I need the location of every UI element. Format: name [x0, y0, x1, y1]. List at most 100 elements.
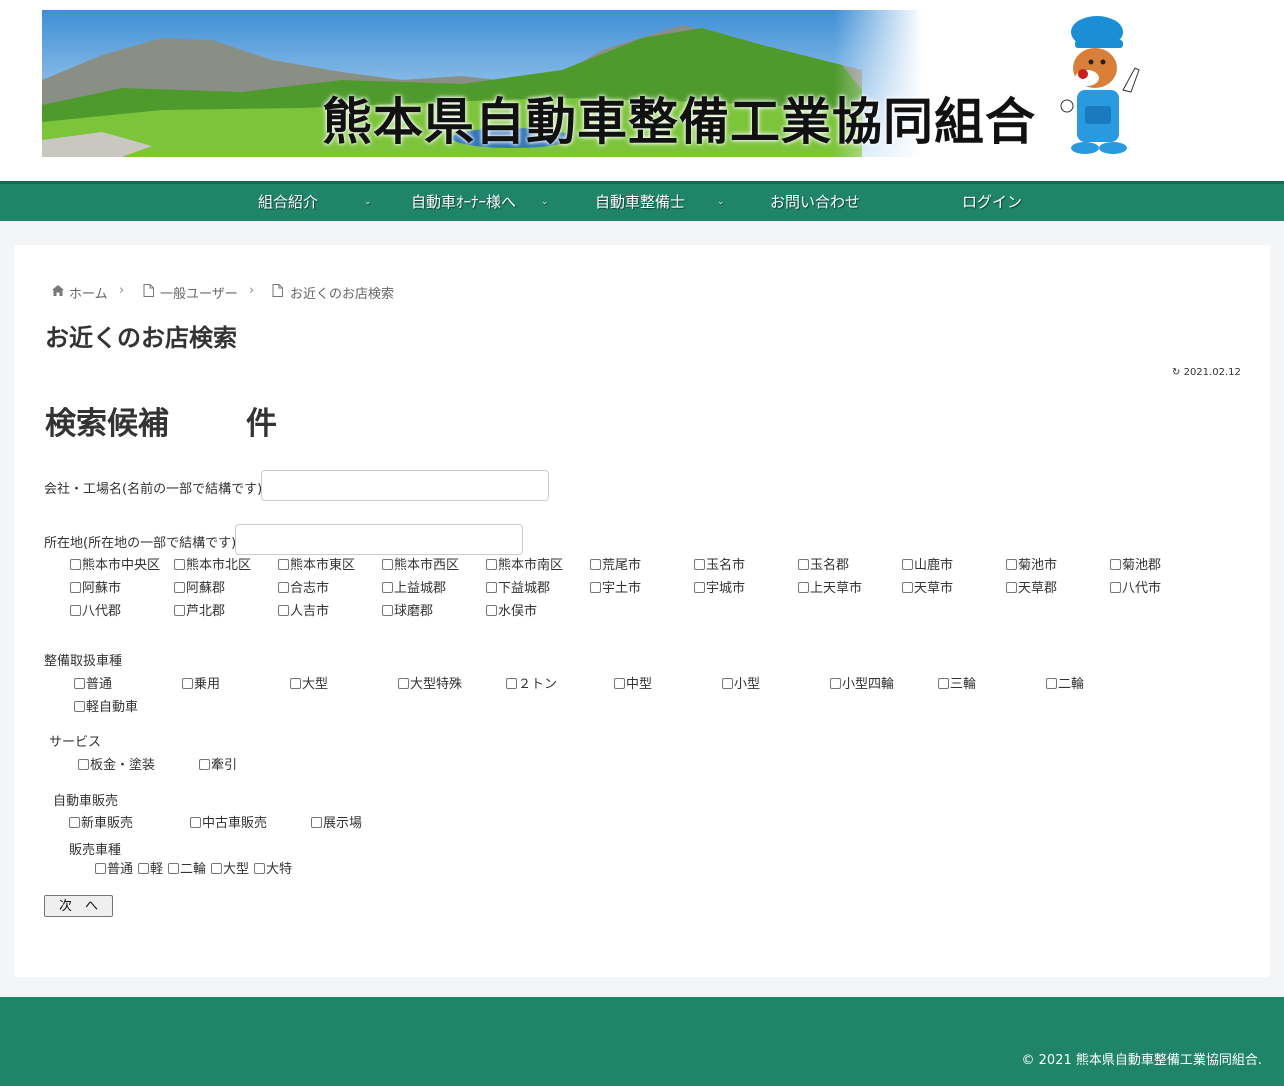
checkbox[interactable]	[138, 863, 149, 874]
vehicle-checkbox[interactable]: ２トン	[506, 677, 557, 693]
checkbox[interactable]	[311, 817, 322, 828]
vehicle-checkbox[interactable]: 小型四輪	[830, 677, 894, 693]
checkbox[interactable]	[938, 678, 949, 689]
checkbox[interactable]	[254, 863, 265, 874]
sales-checkbox[interactable]: 展示場	[311, 816, 362, 832]
checkbox[interactable]	[70, 582, 81, 593]
area-checkbox[interactable]: 八代郡	[70, 604, 121, 620]
area-checkbox[interactable]: 熊本市東区	[278, 558, 355, 574]
breadcrumb-home-link[interactable]: ホーム	[69, 283, 108, 302]
checkbox[interactable]	[506, 678, 517, 689]
area-checkbox[interactable]: 水俣市	[486, 604, 537, 620]
area-checkbox[interactable]: 球磨郡	[382, 604, 433, 620]
next-button[interactable]: 次 へ	[44, 895, 113, 917]
area-checkbox[interactable]: 宇土市	[590, 581, 641, 597]
checkbox[interactable]	[199, 759, 210, 770]
vehicle-checkbox[interactable]: 普通	[74, 677, 112, 693]
banner-image[interactable]: 熊本県自動車整備工業協同組合	[42, 10, 1142, 157]
area-checkbox[interactable]: 阿蘇郡	[174, 581, 225, 597]
vehicle-checkbox[interactable]: 乗用	[182, 677, 220, 693]
checkbox[interactable]	[614, 678, 625, 689]
checkbox[interactable]	[278, 582, 289, 593]
sales-type-checkbox[interactable]: 二輪	[168, 862, 206, 878]
checkbox[interactable]	[290, 678, 301, 689]
vehicle-checkbox[interactable]: 大型特殊	[398, 677, 462, 693]
vehicle-checkbox[interactable]: 軽自動車	[74, 700, 138, 716]
checkbox[interactable]	[69, 817, 80, 828]
checkbox[interactable]	[1110, 582, 1121, 593]
checkbox[interactable]	[1006, 582, 1017, 593]
sales-type-checkbox[interactable]: 普通	[95, 862, 133, 878]
vehicle-checkbox[interactable]: 中型	[614, 677, 652, 693]
area-checkbox[interactable]: 八代市	[1110, 581, 1161, 597]
checkbox[interactable]	[190, 817, 201, 828]
checkbox[interactable]	[382, 559, 393, 570]
area-checkbox[interactable]: 玉名市	[694, 558, 745, 574]
checkbox[interactable]	[278, 605, 289, 616]
area-checkbox[interactable]: 合志市	[278, 581, 329, 597]
checkbox[interactable]	[902, 582, 913, 593]
checkbox[interactable]	[95, 863, 106, 874]
vehicle-checkbox[interactable]: 小型	[722, 677, 760, 693]
area-checkbox[interactable]: 熊本市北区	[174, 558, 251, 574]
area-checkbox[interactable]: 下益城郡	[486, 581, 550, 597]
sales-type-checkbox[interactable]: 大型	[211, 862, 249, 878]
area-checkbox[interactable]: 荒尾市	[590, 558, 641, 574]
checkbox[interactable]	[174, 605, 185, 616]
sales-type-checkbox[interactable]: 軽	[138, 862, 163, 878]
checkbox[interactable]	[902, 559, 913, 570]
checkbox[interactable]	[398, 678, 409, 689]
checkbox[interactable]	[74, 701, 85, 712]
area-checkbox[interactable]: 上益城郡	[382, 581, 446, 597]
vehicle-checkbox[interactable]: 三輪	[938, 677, 976, 693]
service-checkbox[interactable]: 牽引	[199, 758, 237, 774]
location-input[interactable]	[235, 524, 523, 555]
sales-type-checkbox[interactable]: 大特	[254, 862, 292, 878]
area-checkbox[interactable]: 芦北郡	[174, 604, 225, 620]
checkbox[interactable]	[486, 582, 497, 593]
checkbox[interactable]	[168, 863, 179, 874]
checkbox[interactable]	[70, 559, 81, 570]
checkbox[interactable]	[182, 678, 193, 689]
checkbox[interactable]	[174, 582, 185, 593]
checkbox[interactable]	[486, 559, 497, 570]
checkbox[interactable]	[278, 559, 289, 570]
checkbox[interactable]	[830, 678, 841, 689]
checkbox[interactable]	[590, 582, 601, 593]
checkbox[interactable]	[798, 559, 809, 570]
sales-checkbox[interactable]: 中古車販売	[190, 816, 267, 832]
area-checkbox[interactable]: 天草郡	[1006, 581, 1057, 597]
area-checkbox[interactable]: 菊池市	[1006, 558, 1057, 574]
nav-item-mechanics[interactable]: 自動車整備士 ⌄	[595, 184, 725, 221]
checkbox[interactable]	[590, 559, 601, 570]
company-name-input[interactable]	[261, 470, 549, 501]
nav-item-about[interactable]: 組合紹介 ⌄	[258, 184, 372, 221]
sales-checkbox[interactable]: 新車販売	[69, 816, 133, 832]
checkbox[interactable]	[70, 605, 81, 616]
checkbox[interactable]	[74, 678, 85, 689]
area-checkbox[interactable]: 熊本市西区	[382, 558, 459, 574]
checkbox[interactable]	[486, 605, 497, 616]
checkbox[interactable]	[1006, 559, 1017, 570]
area-checkbox[interactable]: 上天草市	[798, 581, 862, 597]
checkbox[interactable]	[798, 582, 809, 593]
area-checkbox[interactable]: 熊本市中央区	[70, 558, 160, 574]
area-checkbox[interactable]: 山鹿市	[902, 558, 953, 574]
area-checkbox[interactable]: 宇城市	[694, 581, 745, 597]
checkbox[interactable]	[211, 863, 222, 874]
nav-item-owners[interactable]: 自動車ｵｰﾅｰ様へ ⌄	[411, 184, 549, 221]
checkbox[interactable]	[694, 582, 705, 593]
service-checkbox[interactable]: 板金・塗装	[78, 758, 155, 774]
checkbox[interactable]	[694, 559, 705, 570]
checkbox[interactable]	[1110, 559, 1121, 570]
vehicle-checkbox[interactable]: 大型	[290, 677, 328, 693]
area-checkbox[interactable]: 菊池郡	[1110, 558, 1161, 574]
area-checkbox[interactable]: 玉名郡	[798, 558, 849, 574]
nav-item-login[interactable]: ログイン	[962, 184, 1022, 221]
checkbox[interactable]	[78, 759, 89, 770]
checkbox[interactable]	[722, 678, 733, 689]
area-checkbox[interactable]: 天草市	[902, 581, 953, 597]
area-checkbox[interactable]: 熊本市南区	[486, 558, 563, 574]
nav-item-contact[interactable]: お問い合わせ	[770, 184, 860, 221]
area-checkbox[interactable]: 人吉市	[278, 604, 329, 620]
